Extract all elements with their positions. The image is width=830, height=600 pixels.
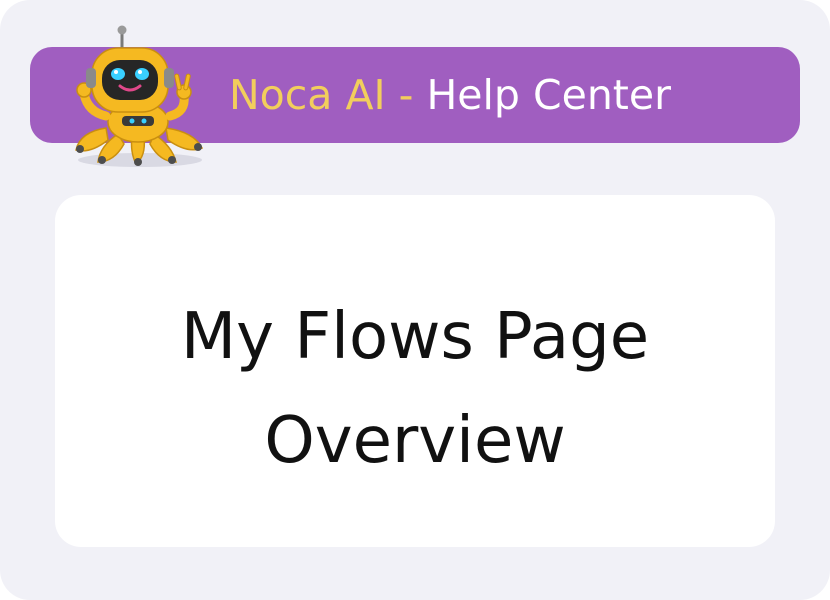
content-card: My Flows Page Overview bbox=[55, 195, 775, 547]
robot-mascot-icon bbox=[75, 25, 204, 167]
title-separator: - bbox=[385, 71, 427, 119]
help-article-thumbnail: Noca AI - Help Center My Flows Page Over… bbox=[0, 0, 830, 600]
section-name: Help Center bbox=[426, 71, 671, 119]
page-title: My Flows Page Overview bbox=[55, 285, 775, 493]
page-title-line-2: Overview bbox=[264, 404, 566, 478]
brand-name: Noca AI bbox=[229, 71, 386, 119]
header-title: Noca AI - Help Center bbox=[229, 69, 671, 121]
page-title-line-1: My Flows Page bbox=[180, 300, 650, 374]
